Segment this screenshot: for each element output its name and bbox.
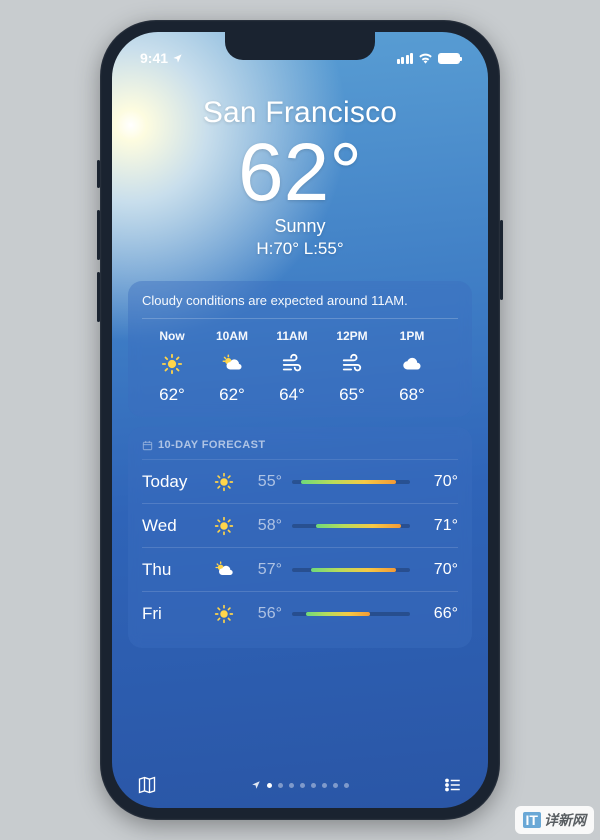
status-time: 9:41 [140, 50, 168, 66]
daily-row[interactable]: Today 55° 70° [142, 460, 458, 504]
day-hi: 71° [420, 517, 458, 535]
day-label: Thu [142, 560, 206, 580]
page-dot [344, 783, 349, 788]
watermark-text: 详新网 [544, 810, 586, 830]
hour-temp: 64° [262, 385, 322, 405]
day-hi: 70° [420, 561, 458, 579]
current-temp: 62° [112, 132, 488, 214]
volume-down [97, 272, 100, 322]
hour-item: 1PM 68° [382, 329, 442, 405]
page-dot [300, 783, 305, 788]
sun-icon [206, 604, 242, 624]
hour-time: 12PM [322, 329, 382, 343]
sun-icon [206, 472, 242, 492]
hourly-row[interactable]: Now 62°10AM 62°11AM 64°12PM 65°1PM 68°2P… [142, 329, 458, 405]
daily-row[interactable]: Thu 57° 70° [142, 548, 458, 592]
list-icon [442, 776, 464, 794]
signal-icon [397, 53, 414, 64]
daily-header: 10-DAY FORECAST [142, 439, 458, 460]
partly-icon [442, 349, 458, 379]
power-button [500, 220, 503, 300]
notch [225, 32, 375, 60]
watermark: IT详新网 [515, 806, 594, 834]
location-dot-icon [251, 780, 261, 790]
daily-row[interactable]: Fri 56° 66° [142, 592, 458, 636]
current-hilo: H:70° L:55° [112, 239, 488, 259]
current-conditions: San Francisco 62° Sunny H:70° L:55° [112, 72, 488, 271]
calendar-icon [142, 440, 153, 451]
hour-temp: 68° [382, 385, 442, 405]
screen: 9:41 San Francisco 62° Sunny H:70° L:55°… [112, 32, 488, 808]
daily-panel[interactable]: 10-DAY FORECAST Today 55° 70°Wed 58° 71°… [128, 427, 472, 648]
page-dot [311, 783, 316, 788]
daily-header-label: 10-DAY FORECAST [158, 439, 265, 451]
day-label: Fri [142, 604, 206, 624]
temp-range-bar [292, 568, 410, 572]
hour-time: 10AM [202, 329, 262, 343]
bottom-bar [112, 774, 488, 796]
day-label: Today [142, 472, 206, 492]
wind-icon [262, 349, 322, 379]
sun-icon [142, 349, 202, 379]
hourly-panel[interactable]: Cloudy conditions are expected around 11… [128, 281, 472, 417]
wifi-icon [418, 52, 433, 64]
hour-temp: 65° [322, 385, 382, 405]
phone-frame: 9:41 San Francisco 62° Sunny H:70° L:55°… [100, 20, 500, 820]
partly-icon [206, 560, 242, 580]
sun-icon [206, 516, 242, 536]
wind-icon [322, 349, 382, 379]
hour-time: 11AM [262, 329, 322, 343]
hour-temp: 62° [142, 385, 202, 405]
list-button[interactable] [442, 774, 464, 796]
day-hi: 70° [420, 473, 458, 491]
day-label: Wed [142, 516, 206, 536]
map-button[interactable] [136, 774, 158, 796]
temp-range-bar [292, 612, 410, 616]
volume-up [97, 210, 100, 260]
hour-item: 12PM 65° [322, 329, 382, 405]
hour-temp: 62° [202, 385, 262, 405]
hour-item: 10AM 62° [202, 329, 262, 405]
temp-range-bar [292, 524, 410, 528]
day-lo: 55° [242, 473, 282, 491]
day-hi: 66° [420, 605, 458, 623]
mute-switch [97, 160, 100, 188]
page-dot [333, 783, 338, 788]
hour-time: 2P [442, 329, 458, 343]
location-name: San Francisco [112, 96, 488, 130]
hour-item: 2P 70 [442, 329, 458, 405]
page-dot [267, 783, 272, 788]
cloud-icon [382, 349, 442, 379]
page-dot [322, 783, 327, 788]
day-lo: 57° [242, 561, 282, 579]
hour-time: Now [142, 329, 202, 343]
map-icon [136, 775, 158, 795]
page-dot [289, 783, 294, 788]
daily-row[interactable]: Wed 58° 71° [142, 504, 458, 548]
day-lo: 58° [242, 517, 282, 535]
hour-temp: 70 [442, 385, 458, 405]
hour-time: 1PM [382, 329, 442, 343]
battery-icon [438, 53, 460, 64]
hourly-summary: Cloudy conditions are expected around 11… [142, 293, 458, 319]
current-condition: Sunny [112, 216, 488, 237]
location-arrow-icon [172, 53, 183, 64]
hour-item: 11AM 64° [262, 329, 322, 405]
temp-range-bar [292, 480, 410, 484]
page-dots[interactable] [251, 780, 349, 790]
day-lo: 56° [242, 605, 282, 623]
hour-item: Now 62° [142, 329, 202, 405]
page-dot [278, 783, 283, 788]
partly-icon [202, 349, 262, 379]
